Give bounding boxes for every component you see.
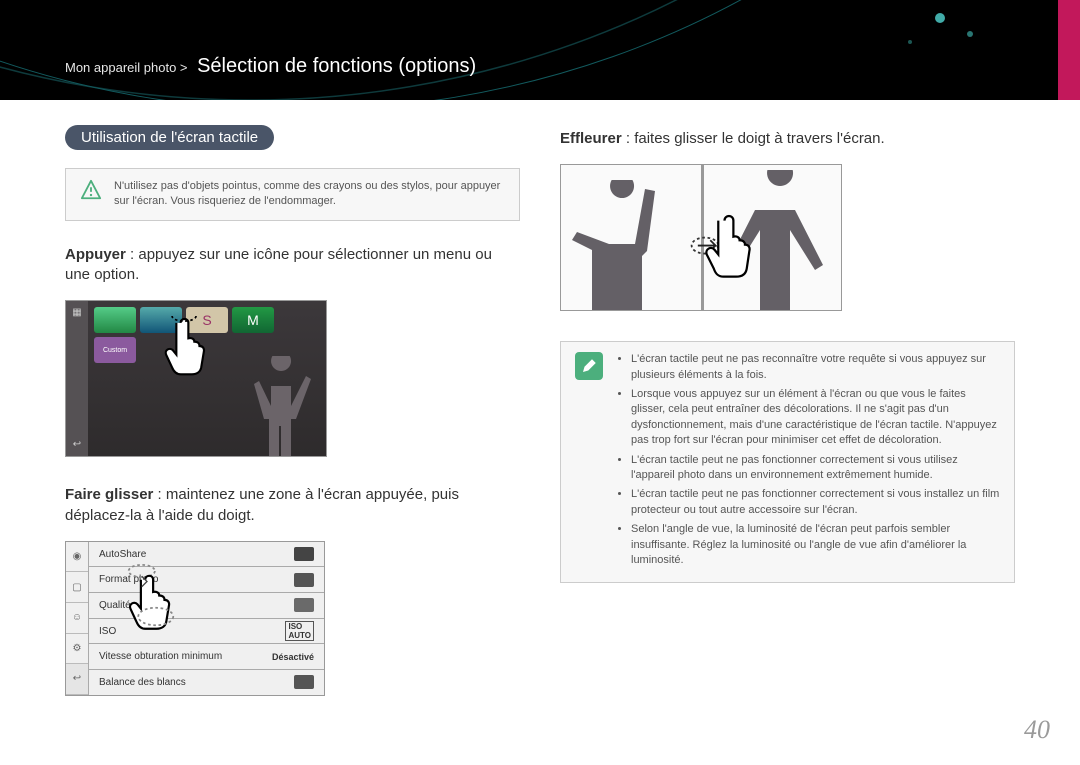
magenta-accent (1058, 0, 1080, 100)
camera-icon: ◉ (66, 542, 88, 573)
page-number: 40 (1024, 715, 1050, 745)
wb-indicator (294, 675, 314, 689)
effleurer-paragraph: Effleurer : faites glisser le doigt à tr… (560, 129, 1015, 149)
page-content: Utilisation de l'écran tactile N'utilise… (0, 100, 1080, 696)
list-item: Balance des blancs (89, 670, 324, 695)
figure-glisser-sidebar: ◉ ▢ ☺ ⚙ ↩ (66, 542, 89, 695)
back-icon: ↩ (73, 439, 81, 450)
breadcrumb: Mon appareil photo > Sélection de foncti… (65, 55, 476, 78)
section-pill: Utilisation de l'écran tactile (65, 125, 274, 150)
back-icon: ↩ (66, 664, 88, 695)
page-title: Sélection de fonctions (options) (197, 55, 476, 77)
figure-appuyer: ▦ ↩ S M Custom (65, 300, 327, 457)
gear-icon: ⚙ (66, 634, 88, 665)
silhouette-icon (246, 356, 316, 456)
hand-drag-icon (123, 564, 178, 634)
appuyer-label: Appuyer (65, 246, 126, 263)
page-header: Mon appareil photo > Sélection de foncti… (0, 0, 1080, 100)
size-indicator (294, 573, 314, 587)
note-item: L'écran tactile peut ne pas fonctionner … (631, 453, 1000, 484)
appuyer-text: : appuyez sur une icône pour sélectionne… (65, 246, 492, 283)
right-column: Effleurer : faites glisser le doigt à tr… (560, 125, 1015, 696)
user-icon: ☺ (66, 603, 88, 634)
effleurer-text: : faites glisser le doigt à travers l'éc… (622, 130, 885, 147)
warning-icon (80, 179, 102, 201)
appuyer-paragraph: Appuyer : appuyez sur une icône pour sél… (65, 245, 520, 286)
note-item: Selon l'angle de vue, la luminosité de l… (631, 522, 1000, 568)
hand-tap-icon (160, 316, 215, 376)
warning-box: N'utilisez pas d'objets pointus, comme d… (65, 168, 520, 221)
figure-glisser: ◉ ▢ ☺ ⚙ ↩ AutoShare Format photo Qualité… (65, 541, 325, 696)
quality-indicator (294, 598, 314, 612)
note-box: L'écran tactile peut ne pas reconnaître … (560, 341, 1015, 583)
toggle-indicator (294, 547, 314, 561)
note-item: L'écran tactile peut ne pas reconnaître … (631, 352, 1000, 383)
shutter-value: Désactivé (272, 652, 314, 662)
video-icon: ▢ (66, 572, 88, 603)
figure-effleurer (560, 164, 842, 311)
glisser-paragraph: Faire glisser : maintenez une zone à l'é… (65, 485, 520, 526)
note-list: L'écran tactile peut ne pas reconnaître … (615, 352, 1000, 572)
header-decoration (0, 0, 1080, 100)
silhouette-left-icon (567, 180, 687, 310)
list-item: Vitesse obturation minimumDésactivé (89, 644, 324, 670)
note-icon (575, 352, 603, 380)
grid-icon: ▦ (72, 307, 81, 318)
effleurer-label: Effleurer (560, 130, 622, 147)
figure-sidebar: ▦ ↩ (66, 301, 88, 456)
note-item: L'écran tactile peut ne pas fonctionner … (631, 487, 1000, 518)
iso-indicator: ISOAUTO (285, 621, 314, 641)
note-item: Lorsque vous appuyez sur un élément à l'… (631, 387, 1000, 449)
warning-text: N'utilisez pas d'objets pointus, comme d… (114, 179, 505, 210)
left-column: Utilisation de l'écran tactile N'utilise… (65, 125, 520, 696)
glisser-label: Faire glisser (65, 486, 153, 503)
breadcrumb-prefix: Mon appareil photo > (65, 60, 188, 75)
hand-swipe-icon (687, 210, 762, 290)
settings-list: AutoShare Format photo Qualité ISOISOAUT… (89, 542, 324, 695)
